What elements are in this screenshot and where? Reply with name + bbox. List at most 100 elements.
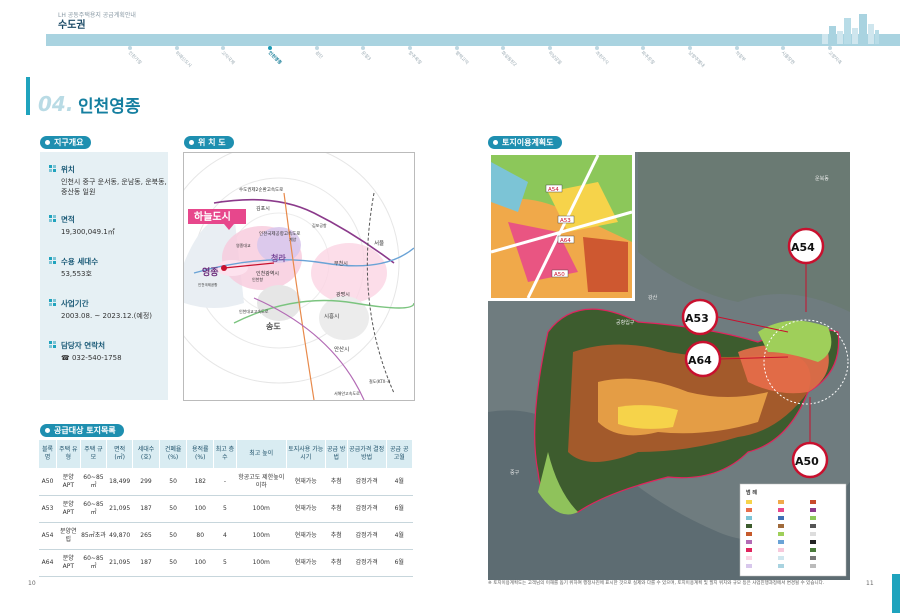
- column-header: 최고 높이: [235, 439, 287, 469]
- nav-item-label[interactable]: 남양주별내: [687, 50, 706, 69]
- column-header: 건폐율 (%): [159, 439, 188, 469]
- bullet-icon: [49, 257, 57, 265]
- marker-a50: A50: [795, 455, 819, 468]
- map-label-cheongna: 청라: [271, 253, 286, 263]
- table-cell: 5: [213, 495, 237, 523]
- table-cell: 18,499: [106, 468, 133, 496]
- table-row: A50 분양APT 60~85㎡ 18,499 299 50 182- 항공고도 제한높이 이…: [38, 468, 413, 496]
- nav-item-label[interactable]: 의정부: [733, 50, 746, 63]
- map-label-bridge: 영종대교: [236, 242, 251, 248]
- legend-title: 범 례: [746, 489, 757, 496]
- table-cell: A50: [38, 468, 57, 496]
- map-label-incheon: 인천광역시: [256, 270, 279, 277]
- section-number: 04.: [38, 92, 74, 116]
- table-cell: 187: [132, 549, 160, 577]
- table-cell: 항공고도 제한높이 이하: [236, 468, 287, 496]
- table-cell: 현재가능: [286, 468, 326, 496]
- nav-item-label[interactable]: 인천가정: [127, 50, 143, 66]
- table-cell: 49,870: [106, 522, 133, 550]
- info-value: 인천시 중구 운서동, 운남동, 운북동, 중산동 일원: [61, 178, 167, 196]
- inset-label-a54: A54: [548, 187, 559, 193]
- column-header: 공급 방법: [324, 439, 348, 469]
- nav-item-label[interactable]: 검단: [313, 50, 323, 60]
- table-cell: 50: [159, 495, 187, 523]
- haneul-city-callout: 하늘도시: [194, 210, 231, 223]
- nav-item-label[interactable]: 인천영종: [267, 50, 283, 66]
- nav-item-label[interactable]: 운정3: [360, 50, 372, 62]
- nav-item-label[interactable]: 하남감일: [547, 50, 563, 66]
- map-label-ansan: 안산시: [334, 345, 349, 353]
- marker-a54: A54: [791, 241, 815, 254]
- nav-item-label[interactable]: 고양지축: [827, 50, 843, 66]
- table-cell: 182: [186, 468, 214, 496]
- table-row: A54 분양연립 85㎡초과 49,870 265 50 80 4 100m 현재가능 추첨 감정가격…: [38, 522, 413, 550]
- supply-table-heading: 공급대상 토지목록: [40, 424, 124, 437]
- bullet-icon: [49, 299, 57, 307]
- place-label-junggu: 중구: [510, 470, 520, 476]
- info-label: 담당자 연락처: [61, 341, 106, 350]
- nav-item-label[interactable]: 고덕국제: [220, 50, 236, 66]
- bullet-icon: [49, 341, 57, 349]
- info-value: 53,553호: [61, 270, 92, 278]
- table-cell: 분양APT: [56, 495, 81, 523]
- land-use-footnote: ※ 토지이용계획도는 고객님의 이해를 돕기 위하여 행정사진에 표시한 것으로…: [488, 581, 825, 586]
- column-header: 공급 공고월: [385, 439, 414, 469]
- map-label-bucheon: 부천시: [334, 260, 348, 267]
- place-label-unbuk: 운북동: [815, 176, 829, 182]
- marker-a64: A64: [688, 354, 712, 367]
- table-row: A53 분양APT 60~85㎡ 21,095 187 50 100 5 100m 현재가능 추첨 감…: [38, 495, 413, 523]
- table-cell: 추첨: [325, 549, 348, 577]
- map-label-expressway4: 서해안고속도로: [334, 390, 360, 396]
- chapter-navigation: 인천가정 위례신도시 고덕국제 인천영종 검단 운정3 양주옥정 평택고덕 화성동탄2 하남감일 과…: [127, 46, 848, 76]
- column-header: 토지사용 가능시기: [285, 439, 326, 469]
- column-header: 최고 층수: [213, 439, 237, 469]
- table-cell: 100m: [236, 522, 287, 550]
- column-header: 블록명: [37, 439, 58, 469]
- table-cell: 추첨: [325, 495, 348, 523]
- region-title: 수도권: [58, 20, 86, 31]
- table-cell: 추첨: [325, 468, 348, 496]
- nav-item-label[interactable]: 양주옥정: [407, 50, 423, 66]
- table-cell: 100m: [236, 549, 287, 577]
- table-cell: 100: [186, 549, 214, 577]
- nav-item-label[interactable]: 과천지식: [593, 50, 609, 66]
- city-skyline-icon: [820, 12, 880, 44]
- nav-item-label[interactable]: 평택고덕: [453, 50, 469, 66]
- table-cell: 50: [159, 549, 187, 577]
- table-cell: 60~85㎡: [80, 495, 107, 523]
- inset-label-a50: A50: [554, 272, 565, 278]
- table-cell: 4월: [386, 468, 413, 496]
- table-cell: 5: [213, 549, 237, 577]
- table-cell: A64: [38, 549, 57, 577]
- table-cell: 265: [132, 522, 160, 550]
- nav-item-label[interactable]: 시흥장현: [780, 50, 796, 66]
- table-cell: 50: [159, 522, 187, 550]
- table-cell: 감정가격: [347, 522, 387, 550]
- nav-item-label[interactable]: 화성동탄2: [500, 50, 518, 68]
- nav-item-label[interactable]: 파주운정: [640, 50, 656, 66]
- table-cell: 187: [132, 495, 160, 523]
- map-label-seoul: 서울: [374, 239, 384, 247]
- section-title: 인천영종: [78, 97, 141, 117]
- table-cell: 100: [186, 495, 214, 523]
- map-label-yeongjong: 영종: [202, 266, 219, 278]
- header-band: [46, 34, 900, 46]
- inset-label-a64: A64: [560, 238, 571, 244]
- overview-heading: 지구개요: [40, 136, 92, 149]
- supply-lot-table: 블록명 주택 유형 주택 규모 면적 (㎡) 세대수 (호) 건폐율 (%) 용적률 (%)…: [37, 439, 414, 577]
- table-cell: 현재가능: [286, 549, 326, 577]
- inset-label-a53: A53: [560, 218, 571, 224]
- table-cell: 분양연립: [56, 522, 81, 550]
- map-label-expressway1: 수도권제2순환고속도로: [239, 186, 283, 193]
- info-value: 19,300,049.1㎡: [61, 228, 115, 236]
- table-cell: 감정가격: [347, 549, 387, 577]
- table-cell: 감정가격: [347, 468, 387, 496]
- nav-item-label[interactable]: 위례신도시: [173, 50, 192, 69]
- right-accent-bar: [892, 574, 900, 613]
- table-cell: 85㎡초과: [80, 522, 107, 550]
- table-cell: 추첨: [325, 522, 348, 550]
- table-cell: 60~85㎡: [80, 549, 107, 577]
- map-label-gyeyang: 계양: [289, 236, 297, 242]
- place-label-gangsan: 강산: [648, 294, 658, 301]
- table-cell: 100m: [236, 495, 287, 523]
